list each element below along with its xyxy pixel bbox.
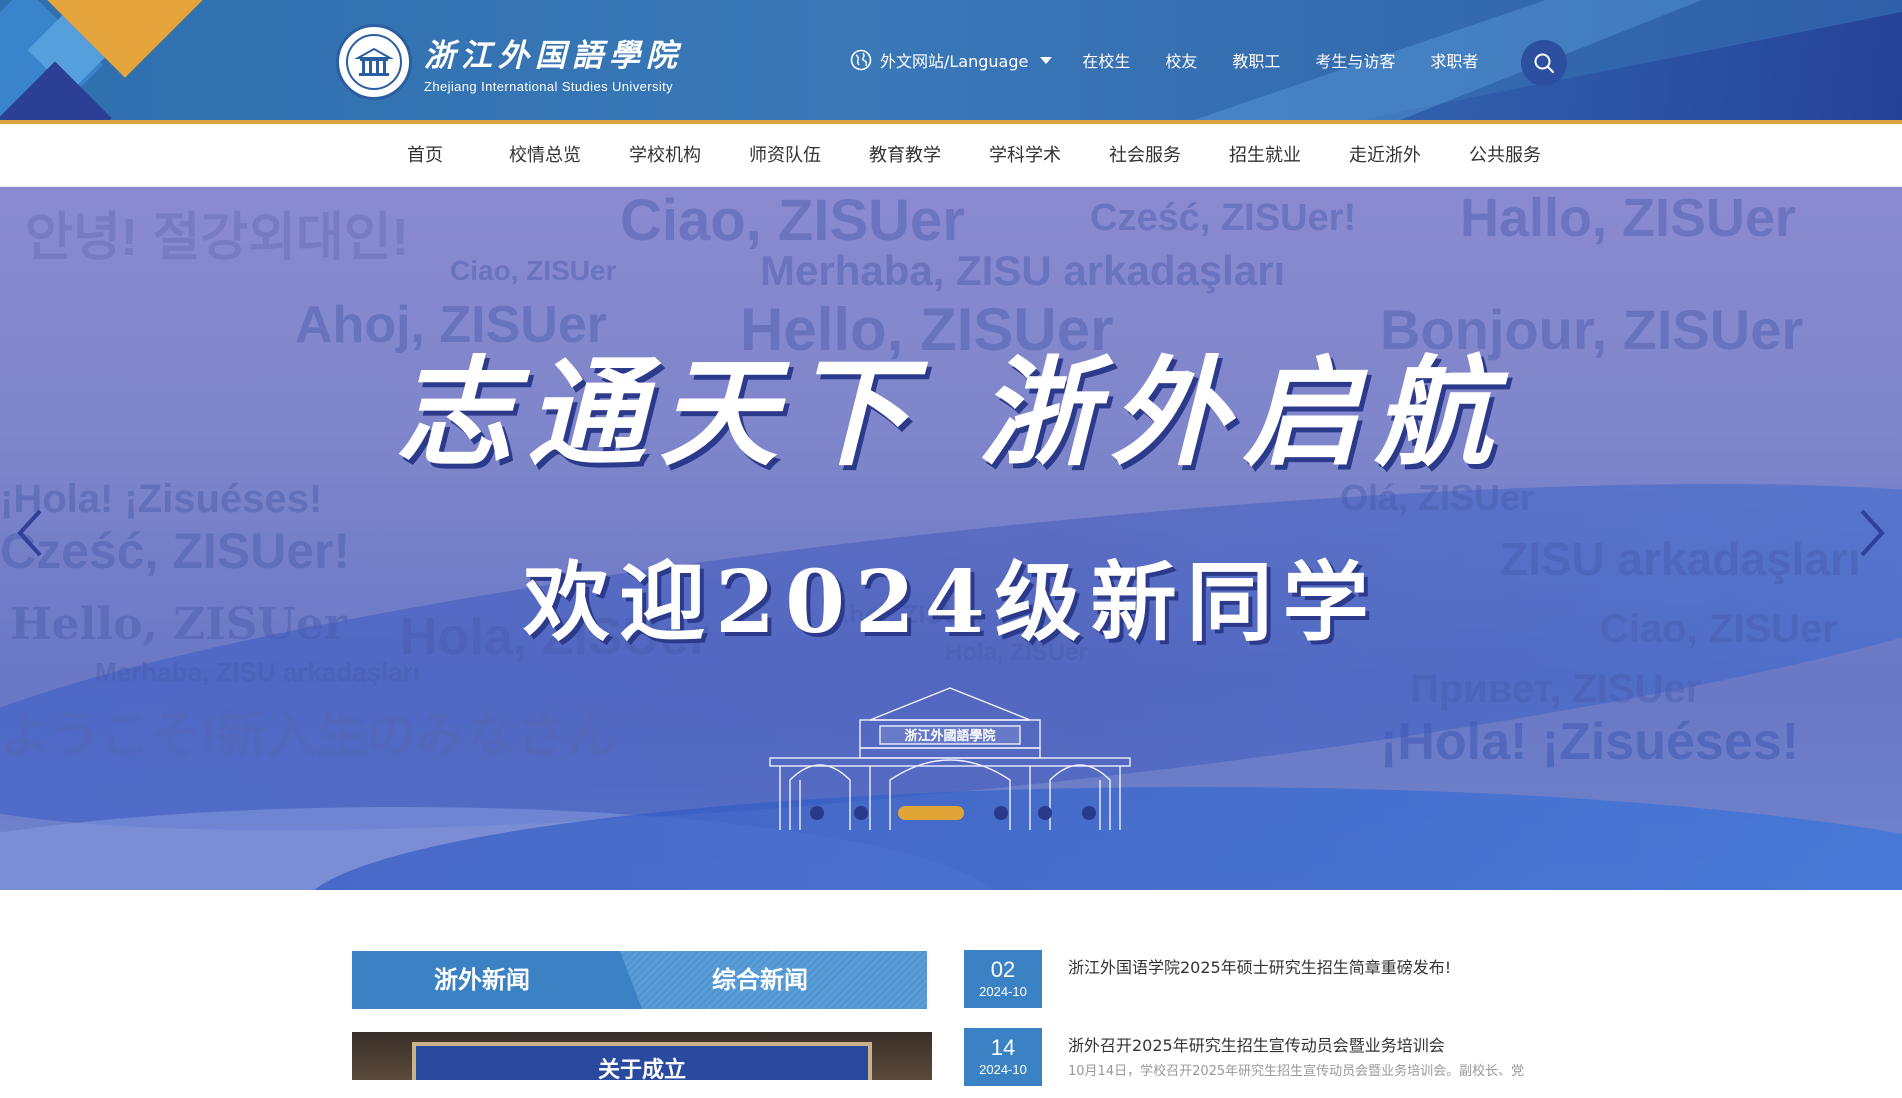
news-date: 14 2024-10 bbox=[964, 1028, 1042, 1086]
banner-greeting: ¡Hola! ¡Zisuéses! bbox=[1380, 713, 1799, 771]
banner-greeting: Ciao, ZISUer bbox=[450, 255, 617, 286]
carousel-dot-active[interactable] bbox=[898, 806, 964, 820]
chevron-left-icon[interactable] bbox=[12, 505, 48, 561]
chevron-right-icon[interactable] bbox=[1854, 505, 1890, 561]
nav-faculty[interactable]: 师资队伍 bbox=[725, 124, 845, 187]
university-seal-icon bbox=[336, 24, 412, 100]
main-navigation: 首页 校情总览 学校机构 师资队伍 教育教学 学科学术 社会服务 招生就业 走近… bbox=[0, 124, 1902, 187]
nav-departments[interactable]: 学校机构 bbox=[605, 124, 725, 187]
banner-greeting: Cześć, ZISUer! bbox=[1090, 197, 1357, 239]
news-item[interactable]: 02 2024-10 浙江外国语学院2025年硕士研究生招生简章重磅发布! bbox=[964, 950, 1564, 1020]
language-dropdown[interactable]: 外文网站/Language bbox=[850, 48, 1053, 72]
photo-caption: 关于成立 bbox=[597, 1057, 686, 1080]
link-staff[interactable]: 教职工 bbox=[1232, 48, 1280, 72]
tab-general-news[interactable]: 综合新闻 bbox=[612, 951, 927, 1009]
nav-about[interactable]: 走近浙外 bbox=[1325, 124, 1445, 187]
nav-research[interactable]: 学科学术 bbox=[965, 124, 1085, 187]
news-title[interactable]: 浙江外国语学院2025年硕士研究生招生简章重磅发布! bbox=[1068, 954, 1451, 978]
nav-education[interactable]: 教育教学 bbox=[845, 124, 965, 187]
chevron-down-icon bbox=[1040, 56, 1053, 64]
banner-greeting: Merhaba, ZISU arkadaşları bbox=[760, 247, 1286, 294]
hero-banner[interactable]: 안녕! 절강외대인! Ciao, ZISUer Cześć, ZISUer! H… bbox=[0, 187, 1902, 890]
news-tabs: 浙外新闻 综合新闻 bbox=[352, 951, 927, 1009]
nav-social-service[interactable]: 社会服务 bbox=[1085, 124, 1205, 187]
news-summary: 10月14日，学校召开2025年研究生招生宣传动员会暨业务培训会。副校长、党 bbox=[1068, 1064, 1525, 1079]
banner-headline: 志通天下 浙外启航 bbox=[395, 343, 1507, 482]
news-date: 02 2024-10 bbox=[964, 950, 1042, 1008]
banner-greeting: Привет, ZISUer bbox=[1410, 667, 1702, 711]
carousel-dot[interactable] bbox=[1082, 806, 1096, 820]
news-feature-photo[interactable]: 关于成立 bbox=[352, 1032, 932, 1080]
link-students[interactable]: 在校生 bbox=[1082, 48, 1130, 72]
news-title[interactable]: 浙外召开2025年研究生招生宣传动员会暨业务培训会 bbox=[1068, 1032, 1445, 1056]
tab-zisu-news[interactable]: 浙外新闻 bbox=[352, 951, 642, 1009]
search-button[interactable] bbox=[1521, 40, 1567, 86]
link-visitors[interactable]: 考生与访客 bbox=[1315, 48, 1395, 72]
top-utility-nav: 外文网站/Language 在校生 校友 教职工 考生与访客 求职者 bbox=[850, 48, 1513, 72]
search-icon bbox=[1534, 53, 1554, 73]
carousel-dot[interactable] bbox=[994, 806, 1008, 820]
banner-greeting: Ciao, ZISUer bbox=[620, 188, 965, 253]
banner-subheadline: 欢迎2024级新同学 bbox=[523, 552, 1379, 653]
nav-overview[interactable]: 校情总览 bbox=[485, 124, 605, 187]
news-item[interactable]: 14 2024-10 浙外召开2025年研究生招生宣传动员会暨业务培训会 10月… bbox=[964, 1028, 1564, 1098]
link-job-seekers[interactable]: 求职者 bbox=[1430, 48, 1478, 72]
banner-greeting: Hallo, ZISUer bbox=[1460, 188, 1797, 248]
banner-greeting: ようこそ!新入生のみなさん bbox=[0, 707, 617, 763]
gate-sign: 浙江外國語學院 bbox=[904, 728, 995, 744]
photo-board: 关于成立 bbox=[412, 1042, 872, 1080]
banner-greeting: Merhaba, ZISU arkadaşları bbox=[95, 657, 421, 687]
university-logo[interactable]: 浙江外国語學院 Zhejiang International Studies U… bbox=[336, 24, 683, 100]
carousel-dot[interactable] bbox=[1038, 806, 1052, 820]
carousel-indicators bbox=[810, 806, 1096, 820]
banner-greeting: 안녕! 절강외대인! bbox=[25, 209, 409, 267]
nav-public-services[interactable]: 公共服务 bbox=[1445, 124, 1565, 187]
logo-name-cn: 浙江外国語學院 bbox=[424, 38, 683, 74]
carousel-dot[interactable] bbox=[810, 806, 824, 820]
nav-admissions[interactable]: 招生就业 bbox=[1205, 124, 1325, 187]
site-header: 浙江外国語學院 Zhejiang International Studies U… bbox=[0, 0, 1902, 124]
logo-name-en: Zhejiang International Studies Universit… bbox=[424, 79, 674, 94]
nav-home[interactable]: 首页 bbox=[365, 124, 485, 187]
language-label: 外文网站/Language bbox=[880, 52, 1029, 71]
globe-icon bbox=[850, 49, 872, 71]
link-alumni[interactable]: 校友 bbox=[1165, 48, 1197, 72]
carousel-dot[interactable] bbox=[854, 806, 868, 820]
